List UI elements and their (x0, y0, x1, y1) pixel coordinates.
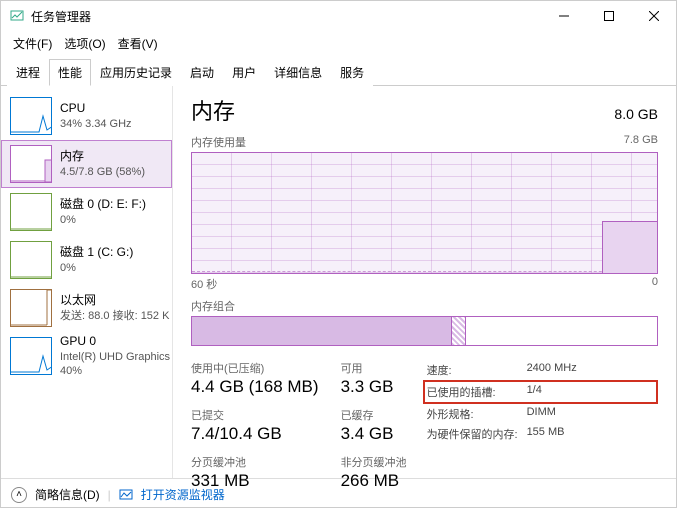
sidebar-sparkline (10, 145, 52, 183)
fewer-details-link[interactable]: 简略信息(D) (35, 486, 100, 503)
sidebar-item-name: 磁盘 1 (C: G:) (60, 245, 133, 261)
memory-usage-chart (191, 152, 658, 274)
detail-row-1: 已使用的插槽:1/4 (423, 380, 658, 404)
open-resmon-link[interactable]: 打开资源监视器 (141, 486, 225, 503)
sidebar-item-name: 以太网 (60, 293, 165, 309)
tab-5[interactable]: 详细信息 (265, 59, 331, 86)
sidebar-item-name: 内存 (60, 149, 145, 165)
sidebar-item-4[interactable]: 以太网发送: 88.0 接收: 152 K (1, 284, 172, 332)
x-axis-right: 0 (652, 276, 658, 292)
sidebar-sparkline (10, 97, 52, 135)
sidebar-item-name: GPU 0 (60, 334, 165, 350)
chevron-up-icon[interactable]: ˄ (11, 487, 27, 503)
resmon-icon (119, 488, 133, 502)
menu-view[interactable]: 查看(V) (114, 33, 162, 54)
window-title: 任务管理器 (31, 8, 541, 25)
sidebar-sparkline (10, 337, 52, 375)
stat-5: 非分页缓冲池266 MB (341, 454, 407, 491)
sidebar-item-2[interactable]: 磁盘 0 (D: E: F:)0% (1, 188, 172, 236)
sidebar-sparkline (10, 193, 52, 231)
stat-2: 已提交7.4/10.4 GB (191, 407, 319, 444)
tab-4[interactable]: 用户 (223, 59, 265, 86)
sidebar-item-sub: 0% (60, 261, 133, 275)
tab-6[interactable]: 服务 (331, 59, 373, 86)
sidebar-item-0[interactable]: CPU34% 3.34 GHz (1, 92, 172, 140)
tab-1[interactable]: 性能 (49, 59, 91, 86)
detail-row-0: 速度:2400 MHz (427, 360, 658, 380)
sidebar-item-sub: 4.5/7.8 GB (58%) (60, 165, 145, 179)
composition-label: 内存组合 (191, 298, 658, 314)
sidebar-item-3[interactable]: 磁盘 1 (C: G:)0% (1, 236, 172, 284)
close-button[interactable] (631, 2, 676, 30)
memory-total: 8.0 GB (614, 106, 658, 122)
detail-row-3: 为硬件保留的内存:155 MB (427, 424, 658, 444)
sidebar-sparkline (10, 289, 52, 327)
sidebar-item-name: CPU (60, 101, 132, 117)
tab-2[interactable]: 应用历史记录 (91, 59, 181, 86)
memory-composition-chart (191, 316, 658, 346)
stats-left: 使用中(已压缩)4.4 GB (168 MB) 可用3.3 GB 已提交7.4/10… (191, 360, 407, 491)
app-icon (9, 8, 25, 24)
menubar: 文件(F) 选项(O) 查看(V) (1, 31, 676, 58)
stat-3: 已缓存3.4 GB (341, 407, 407, 444)
sidebar-item-1[interactable]: 内存4.5/7.8 GB (58%) (1, 140, 172, 188)
sidebar-item-sub: Intel(R) UHD Graphics (60, 350, 165, 364)
main-panel: 内存 8.0 GB 内存使用量 7.8 GB 60 秒 0 内存组合 使用中(已… (173, 86, 676, 478)
tabbar: 进程性能应用历史记录启动用户详细信息服务 (1, 58, 676, 86)
sidebar-item-sub: 0% (60, 213, 146, 227)
usage-max: 7.8 GB (624, 134, 658, 150)
minimize-button[interactable] (541, 2, 586, 30)
menu-file[interactable]: 文件(F) (9, 33, 56, 54)
sidebar: CPU34% 3.34 GHz内存4.5/7.8 GB (58%)磁盘 0 (D… (1, 86, 173, 478)
tab-0[interactable]: 进程 (7, 59, 49, 86)
stats-right: 速度:2400 MHz已使用的插槽:1/4外形规格:DIMM为硬件保留的内存:1… (427, 360, 658, 491)
sidebar-sparkline (10, 241, 52, 279)
stat-0: 使用中(已压缩)4.4 GB (168 MB) (191, 360, 319, 397)
sidebar-item-sub: 34% 3.34 GHz (60, 117, 132, 131)
stat-1: 可用3.3 GB (341, 360, 407, 397)
main-title: 内存 (191, 94, 235, 126)
tab-3[interactable]: 启动 (181, 59, 223, 86)
sidebar-item-sub: 发送: 88.0 接收: 152 K (60, 309, 165, 323)
x-axis-left: 60 秒 (191, 276, 217, 292)
sidebar-item-5[interactable]: GPU 0Intel(R) UHD Graphics40% (1, 332, 172, 380)
detail-row-2: 外形规格:DIMM (427, 404, 658, 424)
maximize-button[interactable] (586, 2, 631, 30)
titlebar: 任务管理器 (1, 1, 676, 31)
menu-options[interactable]: 选项(O) (60, 33, 109, 54)
sidebar-item-name: 磁盘 0 (D: E: F:) (60, 197, 146, 213)
usage-label: 内存使用量 (191, 134, 246, 150)
